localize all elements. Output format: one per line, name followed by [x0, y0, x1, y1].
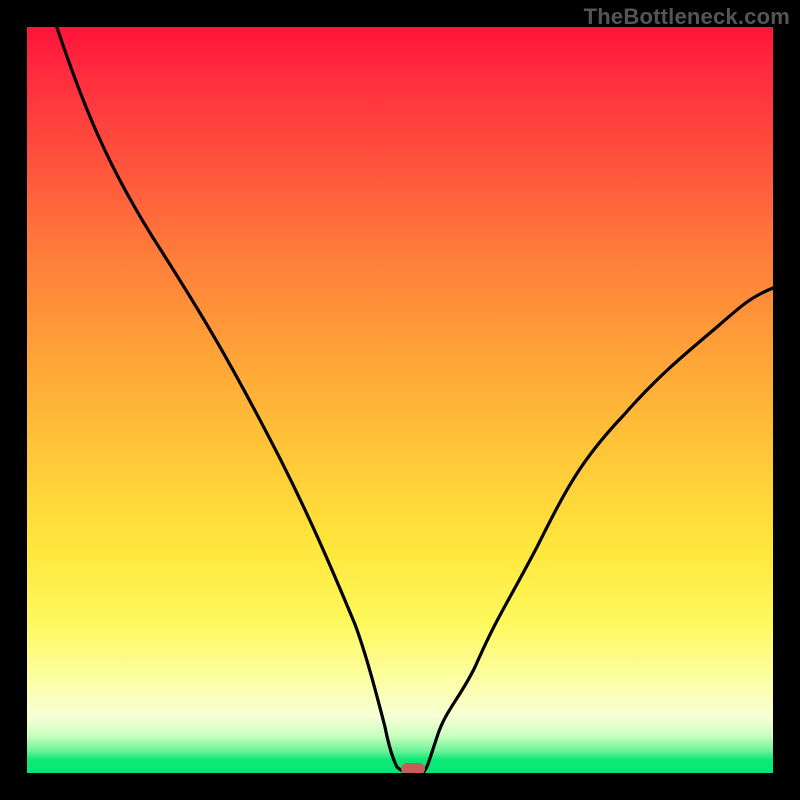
- watermark-text: TheBottleneck.com: [584, 4, 790, 30]
- bottleneck-curve: [27, 27, 773, 773]
- valley-marker: [401, 763, 425, 773]
- chart-frame: TheBottleneck.com: [0, 0, 800, 800]
- plot-area: [27, 27, 773, 773]
